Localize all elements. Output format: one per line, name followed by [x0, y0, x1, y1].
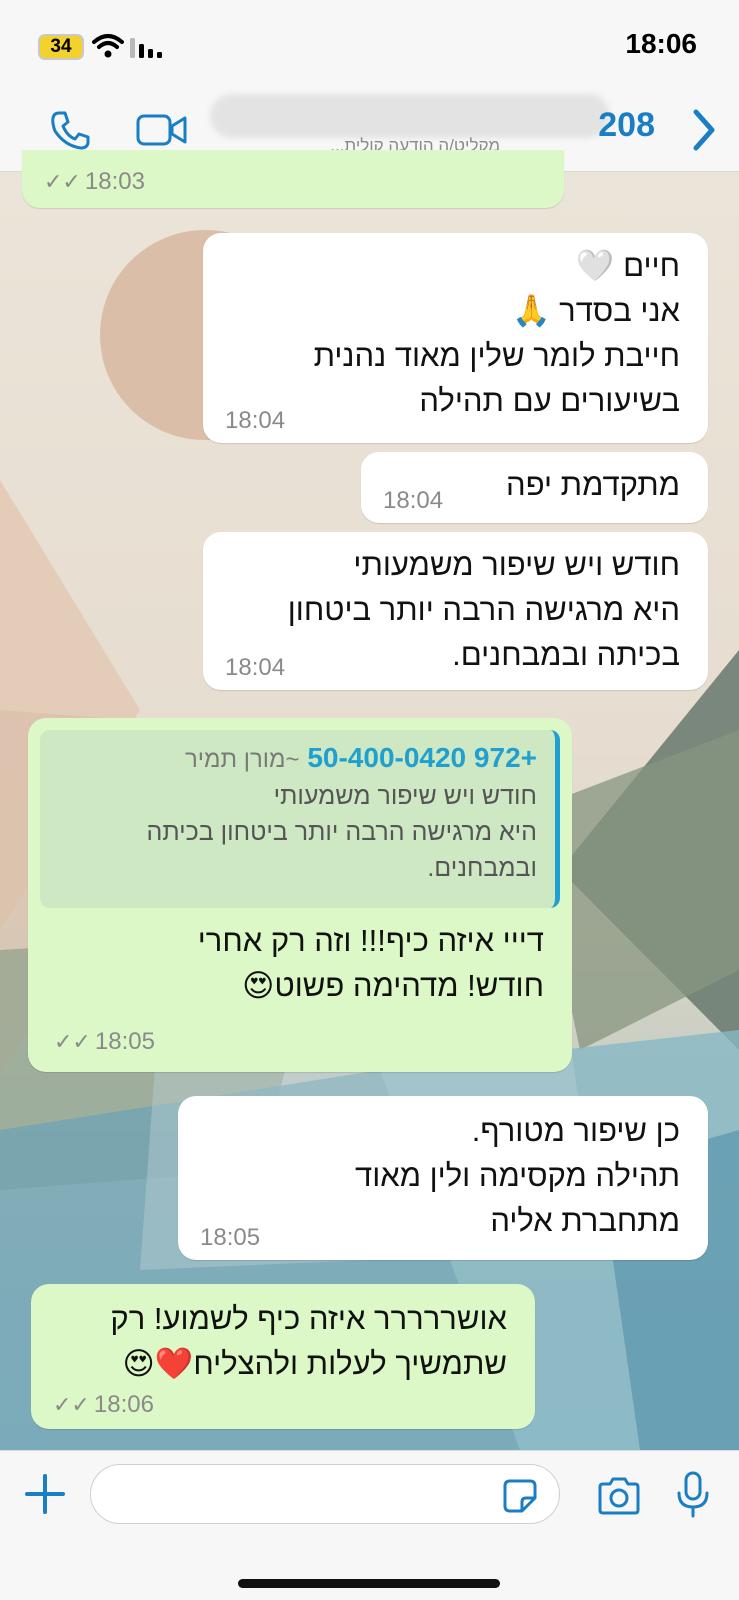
- message-text-line: חודש! מדהימה פשוט😍: [242, 968, 544, 1003]
- home-indicator: [238, 1579, 500, 1588]
- message-text-line: חייבת לומר שלין מאוד נהנית: [313, 338, 680, 373]
- message-time: ✓✓ 18:03: [44, 168, 145, 195]
- message-time: 18:04: [225, 407, 286, 434]
- contact-name-redacted[interactable]: [210, 94, 610, 138]
- quoted-text-line: חודש ויש שיפור משמעותי: [273, 782, 537, 810]
- status-time: 18:06: [625, 28, 697, 59]
- message-bubble-outgoing[interactable]: אושררררר איזה כיף לשמוע! רק שתמשיך לעלות…: [31, 1284, 535, 1429]
- message-text-line: חיים 🤍: [575, 248, 680, 283]
- phone-icon[interactable]: [50, 109, 92, 151]
- quoted-sender-name: ~מורן תמיר: [184, 746, 300, 773]
- message-text-line: תהילה מקסימה ולין מאוד: [355, 1158, 680, 1193]
- quoted-message[interactable]: +972 50-400-0420 ~מורן תמיר חודש ויש שיפ…: [40, 730, 560, 908]
- message-text-line: אושררררר איזה כיף לשמוע! רק: [110, 1301, 507, 1336]
- message-text-line: חודש ויש שיפור משמעותי: [353, 547, 680, 582]
- message-time: ✓✓ 18:05: [54, 1028, 155, 1055]
- message-bubble-outgoing[interactable]: ✓✓ 18:03: [22, 150, 564, 208]
- message-bubble-incoming[interactable]: חיים 🤍 אני בסדר 🙏 חייבת לומר שלין מאוד נ…: [203, 233, 708, 443]
- quoted-sender-phone: +972 50-400-0420: [307, 742, 537, 773]
- plus-icon[interactable]: [24, 1473, 66, 1515]
- back-chevron-icon[interactable]: [691, 108, 717, 152]
- wifi-icon: [92, 34, 124, 58]
- message-bubble-incoming[interactable]: כן שיפור מטורף. תהילה מקסימה ולין מאוד מ…: [178, 1096, 708, 1260]
- battery-indicator: 34: [38, 34, 84, 60]
- message-input[interactable]: [90, 1464, 560, 1524]
- message-time: 18:04: [383, 487, 444, 514]
- message-bubble-incoming[interactable]: מתקדמת יפה 18:04: [361, 452, 708, 523]
- read-ticks-icon: ✓✓: [44, 169, 81, 194]
- message-text-line: אני בסדר 🙏: [511, 293, 680, 328]
- quoted-sender: +972 50-400-0420 ~מורן תמיר: [58, 740, 537, 778]
- message-bubble-incoming[interactable]: חודש ויש שיפור משמעותי היא מרגישה הרבה י…: [203, 532, 708, 690]
- read-ticks-icon: ✓✓: [54, 1029, 91, 1054]
- message-text-line: כן שיפור מטורף.: [471, 1113, 680, 1148]
- sticker-icon[interactable]: [502, 1478, 538, 1514]
- message-body: דייי איזה כיף!!! וזה רק אחרי חודש! מדהימ…: [198, 918, 544, 1008]
- message-time: 18:04: [225, 654, 286, 681]
- message-bubble-outgoing[interactable]: +972 50-400-0420 ~מורן תמיר חודש ויש שיפ…: [28, 718, 572, 1072]
- camera-icon[interactable]: [596, 1477, 642, 1515]
- message-text-line: היא מרגישה הרבה יותר ביטחון: [287, 592, 680, 627]
- video-icon[interactable]: [136, 112, 188, 148]
- read-ticks-icon: ✓✓: [53, 1392, 90, 1417]
- unread-count[interactable]: 208: [598, 106, 655, 145]
- signal-icon: [130, 38, 162, 58]
- message-time: 18:05: [200, 1224, 261, 1251]
- status-bar: 34 18:06: [0, 0, 739, 92]
- message-time: ✓✓ 18:06: [53, 1391, 154, 1418]
- message-text-line: שתמשיך לעלות ולהצליח❤️😍: [122, 1346, 507, 1381]
- microphone-icon[interactable]: [676, 1471, 710, 1519]
- message-text-line: דייי איזה כיף!!! וזה רק אחרי: [197, 923, 544, 958]
- quoted-text-line: היא מרגישה הרבה יותר ביטחון בכיתה: [146, 818, 537, 846]
- quoted-text-line: ובמבחנים.: [427, 854, 537, 882]
- message-input-bar: [0, 1450, 739, 1600]
